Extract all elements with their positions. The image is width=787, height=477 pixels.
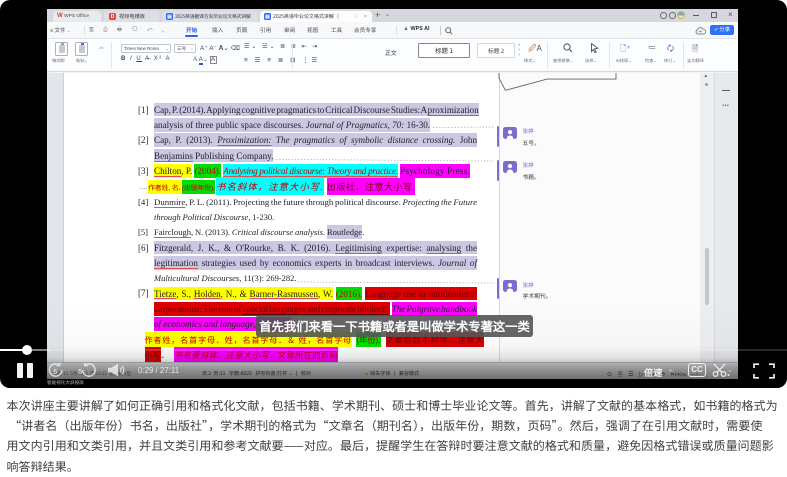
svg-text:5: 5 <box>78 368 82 375</box>
svg-text:5: 5 <box>53 368 57 375</box>
